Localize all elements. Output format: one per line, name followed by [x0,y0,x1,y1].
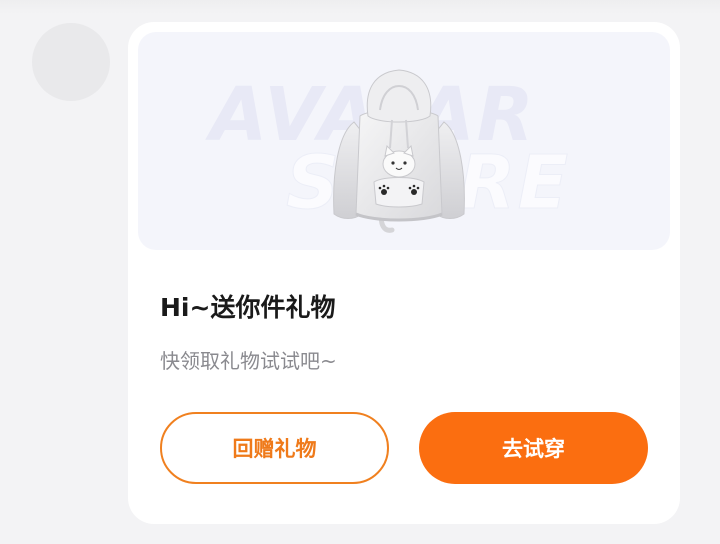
sender-avatar[interactable] [32,23,110,101]
gift-banner[interactable]: AVATAR STORE [138,32,670,250]
gift-subtitle: 快领取礼物试试吧~ [160,349,337,373]
return-gift-button[interactable]: 回赠礼物 [160,412,389,484]
gift-message-card: AVATAR STORE [128,22,680,524]
gift-title: Hi~送你件礼物 [160,293,336,322]
top-edge [0,0,720,14]
hoodie-image [333,69,465,233]
try-on-button[interactable]: 去试穿 [419,412,648,484]
